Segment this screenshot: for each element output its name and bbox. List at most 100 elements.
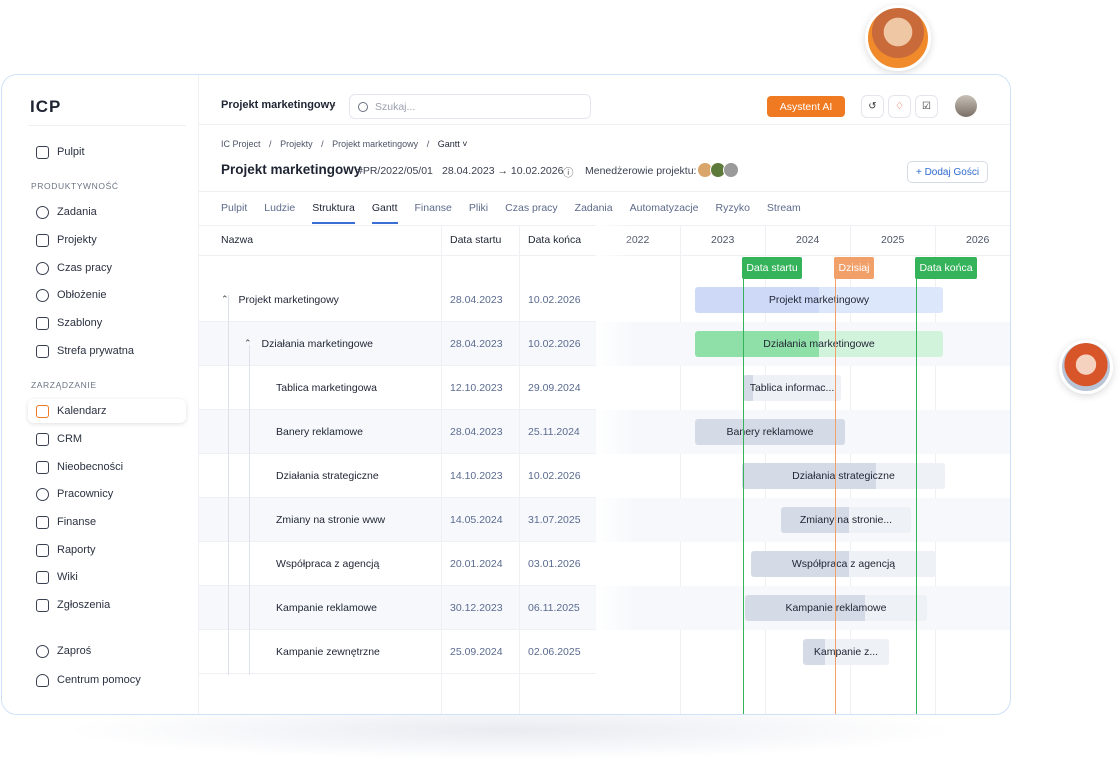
- sidebar-item-label: Obłożenie: [57, 289, 107, 301]
- sidebar-item-label: CRM: [57, 433, 83, 445]
- breadcrumb-link[interactable]: IC Project: [221, 139, 261, 149]
- tab-gantt[interactable]: Gantt: [371, 202, 398, 224]
- history-icon[interactable]: ↺: [861, 95, 884, 118]
- template-icon: [36, 316, 49, 330]
- search-input[interactable]: Szukaj...: [349, 94, 591, 119]
- sidebar-item-raporty[interactable]: Raporty: [28, 538, 186, 562]
- managers-label: Menedżerowie projektu:: [585, 165, 697, 177]
- divider: [441, 225, 442, 714]
- floating-avatar-man: [865, 5, 931, 71]
- checkbox-icon[interactable]: ☑: [915, 95, 938, 118]
- fade-overlay: [596, 225, 636, 714]
- sidebar-item-pulpit[interactable]: Pulpit: [28, 140, 186, 164]
- project-code: #PR/2022/05/01: [357, 165, 433, 177]
- add-guest-button[interactable]: + Dodaj Gości: [907, 161, 988, 183]
- chevron-down-icon[interactable]: ⌄: [329, 99, 337, 110]
- project-select[interactable]: Projekt marketingowy: [221, 99, 335, 111]
- breadcrumb-current[interactable]: Gantt ˅: [438, 139, 468, 149]
- logo: ICP: [30, 97, 62, 116]
- marker-line-start: [743, 257, 744, 714]
- gantt-bar-label: Działania marketingowe: [763, 338, 875, 350]
- sidebar-item-oblozenie[interactable]: Obłożenie: [28, 283, 186, 307]
- book-icon: [36, 570, 49, 584]
- report-icon: [36, 543, 49, 557]
- gantt-bar[interactable]: Zmiany na stronie...: [781, 507, 911, 533]
- avatar[interactable]: [955, 95, 977, 117]
- sidebar-item-czas-pracy[interactable]: Czas pracy: [28, 256, 186, 280]
- tab-finanse[interactable]: Finanse: [415, 202, 452, 224]
- gantt-bar[interactable]: Kampanie z...: [803, 639, 889, 665]
- avatar[interactable]: [723, 162, 739, 178]
- sidebar-item-nieobecnosci[interactable]: Nieobecności: [28, 455, 186, 479]
- table-row[interactable]: Działania strategiczne 14.10.2023 10.02.20…: [199, 454, 596, 498]
- gantt-bar-label: Zmiany na stronie...: [799, 514, 893, 526]
- row-end-date: 29.09.2024: [528, 381, 581, 394]
- lock-icon: [36, 344, 49, 358]
- row-name: ⌃ Projekt marketingowy: [221, 278, 339, 321]
- gantt-bar[interactable]: Banery reklamowe: [695, 419, 845, 445]
- table-row[interactable]: Kampanie zewnętrzne 25.09.2024 02.06.2025: [199, 630, 596, 674]
- info-icon[interactable]: ⓘ: [563, 165, 574, 180]
- gantt-bar[interactable]: Współpraca z agencją: [751, 551, 936, 577]
- gantt-bar[interactable]: Działania marketingowe: [695, 331, 943, 357]
- sidebar-item-centrum-pomocy[interactable]: Centrum pomocy: [28, 668, 186, 692]
- tab-pliki[interactable]: Pliki: [469, 202, 488, 224]
- tab-pulpit[interactable]: Pulpit: [221, 202, 247, 224]
- sidebar-item-crm[interactable]: CRM: [28, 427, 186, 451]
- sidebar-item-label: Raporty: [57, 544, 96, 556]
- row-end-date: 02.06.2025: [528, 645, 581, 658]
- gantt-bar[interactable]: Działania strategiczne: [742, 463, 945, 489]
- row-start-date: 25.09.2024: [450, 645, 503, 658]
- gantt-bar[interactable]: Projekt marketingowy: [695, 287, 943, 313]
- sidebar-item-zgloszenia[interactable]: Zgłoszenia: [28, 593, 186, 617]
- breadcrumb-link[interactable]: Projekt marketingowy: [332, 139, 418, 149]
- breadcrumb-sep: /: [269, 139, 272, 149]
- breadcrumb-sep: /: [321, 139, 324, 149]
- table-row[interactable]: ⌃ Projekt marketingowy 28.04.2023 10.02.202…: [199, 278, 596, 322]
- table-row[interactable]: Kampanie reklamowe 30.12.2023 06.11.2025: [199, 586, 596, 630]
- table-row[interactable]: Tablica marketingowa 12.10.2023 29.09.2024: [199, 366, 596, 410]
- sidebar-item-pracownicy[interactable]: Pracownicy: [28, 482, 186, 506]
- section-label: PRODUKTYWNOŚĆ: [31, 181, 119, 191]
- tab-stream[interactable]: Stream: [767, 202, 801, 224]
- sidebar-item-projekty[interactable]: Projekty: [28, 228, 186, 252]
- ticket-icon: [36, 598, 49, 612]
- sidebar-item-kalendarz[interactable]: Kalendarz: [28, 399, 186, 423]
- row-name-text: Zmiany na stronie www: [276, 513, 386, 526]
- sidebar-item-zapros[interactable]: Zaproś: [28, 639, 186, 663]
- table-row[interactable]: Banery reklamowe 28.04.2023 25.11.2024: [199, 410, 596, 454]
- column-header-end[interactable]: Data końca: [528, 234, 581, 246]
- sidebar-item-szablony[interactable]: Szablony: [28, 311, 186, 335]
- tab-struktura[interactable]: Struktura: [312, 202, 355, 224]
- tab-automatyzacje[interactable]: Automatyzacje: [630, 202, 699, 224]
- table-row[interactable]: Zmiany na stronie www 14.05.2024 31.07.202…: [199, 498, 596, 542]
- sidebar-item-label: Centrum pomocy: [57, 674, 141, 686]
- row-name-text: Projekt marketingowy: [238, 293, 339, 306]
- sidebar-item-zadania[interactable]: Zadania: [28, 200, 186, 224]
- tab-zadania[interactable]: Zadania: [575, 202, 613, 224]
- stopwatch-icon: [36, 261, 49, 275]
- column-header-name[interactable]: Nazwa: [221, 234, 253, 246]
- gantt-bar[interactable]: Tablica informac...: [743, 375, 841, 401]
- row-start-date: 14.05.2024: [450, 513, 503, 526]
- users-icon: [36, 487, 49, 501]
- gantt-bar[interactable]: Kampanie reklamowe: [745, 595, 927, 621]
- sidebar-item-finanse[interactable]: Finanse: [28, 510, 186, 534]
- sidebar-item-strefa-prywatna[interactable]: Strefa prywatna: [28, 339, 186, 363]
- gantt-bar-label: Współpraca z agencją: [791, 558, 896, 570]
- tab-ryzyko[interactable]: Ryzyko: [715, 202, 749, 224]
- ai-assistant-button[interactable]: Asystent AI: [767, 96, 845, 117]
- bell-icon[interactable]: ♢: [888, 95, 911, 118]
- sidebar-item-label: Pracownicy: [57, 488, 114, 500]
- table-row[interactable]: Współpraca z agencją 20.01.2024 03.01.2026: [199, 542, 596, 586]
- table-row[interactable]: ⌃ Działania marketingowe 28.04.2023 10.02.2…: [199, 322, 596, 366]
- section-label: ZARZĄDZANIE: [31, 380, 97, 390]
- tab-ludzie[interactable]: Ludzie: [264, 202, 295, 224]
- sidebar-item-wiki[interactable]: Wiki: [28, 565, 186, 589]
- marker-line-end: [916, 257, 917, 714]
- chevron-up-icon[interactable]: ⌃: [244, 338, 252, 349]
- tab-czas-pracy[interactable]: Czas pracy: [505, 202, 558, 224]
- row-name-text: Działania strategiczne: [276, 469, 379, 482]
- breadcrumb-link[interactable]: Projekty: [280, 139, 313, 149]
- column-header-start[interactable]: Data startu: [450, 234, 501, 246]
